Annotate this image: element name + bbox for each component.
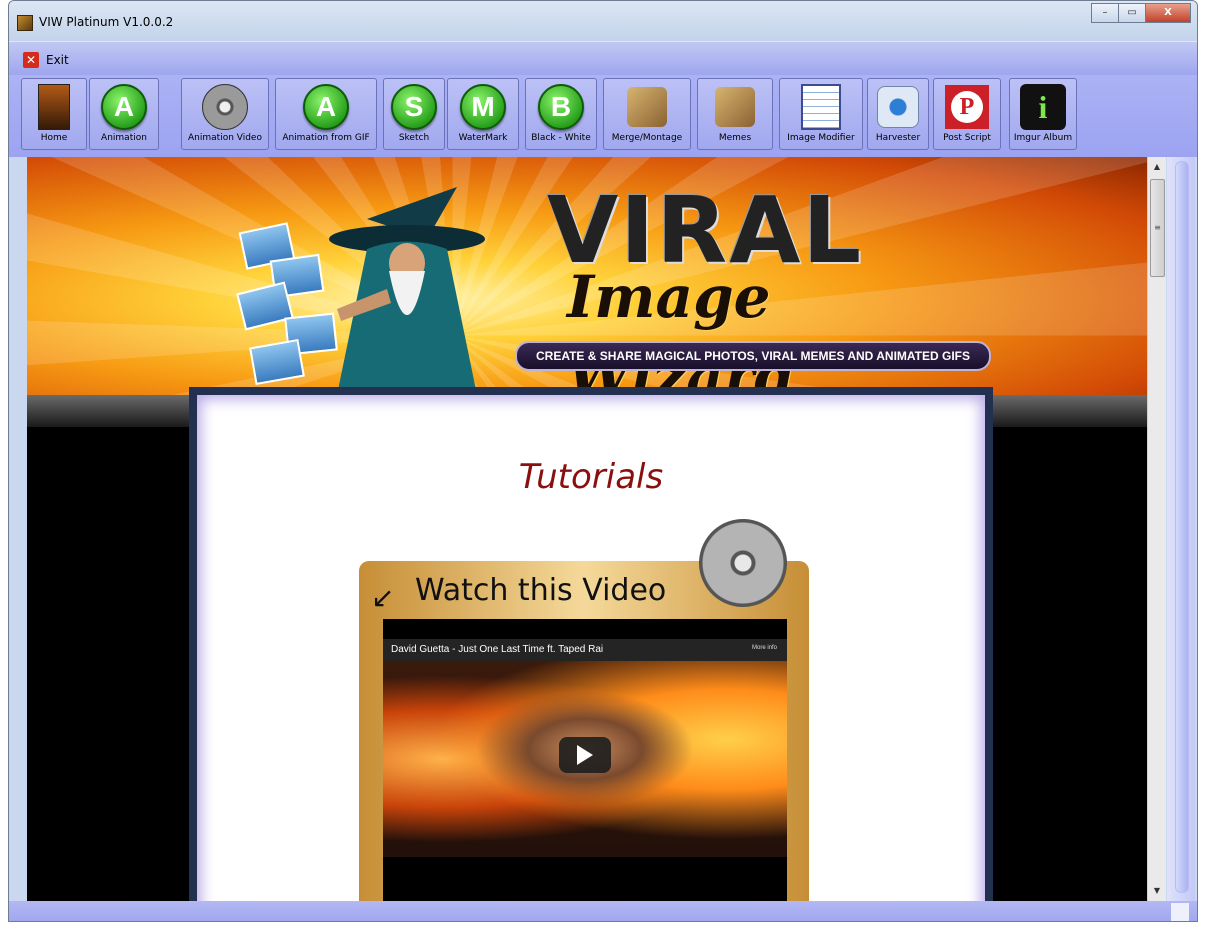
imgur-info-icon: i xyxy=(1020,84,1066,130)
merge-montage-button[interactable]: Merge/Montage xyxy=(603,78,691,150)
content-panel: Tutorials ↙ Watch this Video David Guett… xyxy=(189,387,993,901)
more-info-link[interactable]: More info xyxy=(752,645,777,651)
memes-button[interactable]: Memes xyxy=(697,78,773,150)
app-icon xyxy=(17,15,33,31)
window-scrollbar[interactable] xyxy=(1167,157,1195,901)
harvester-label: Harvester xyxy=(875,133,921,143)
wizard-image xyxy=(329,187,485,395)
animation-video-label: Animation Video xyxy=(188,133,262,143)
maximize-button[interactable]: ▭ xyxy=(1118,3,1145,23)
image-modifier-button[interactable]: Image Modifier xyxy=(779,78,863,150)
memes-label: Memes xyxy=(718,133,752,143)
scroll-up-icon[interactable]: ▲ xyxy=(1148,159,1166,175)
imgur-album-button[interactable]: i Imgur Album xyxy=(1009,78,1077,150)
scrollbar-thumb[interactable]: ≡ xyxy=(1150,179,1165,277)
video-box: ↙ Watch this Video David Guetta - Just O… xyxy=(359,506,809,901)
watermark-button[interactable]: M WaterMark xyxy=(447,78,519,150)
film-reel-icon xyxy=(202,84,248,130)
watermark-label: WaterMark xyxy=(458,133,508,143)
home-label: Home xyxy=(40,133,68,143)
animation-from-gif-label: Animation from GIF xyxy=(282,133,370,143)
image-modifier-label: Image Modifier xyxy=(787,133,855,143)
video-box-title: Watch this Video xyxy=(415,573,667,608)
notepad-pencil-icon xyxy=(801,84,841,130)
window-scrollbar-thumb[interactable] xyxy=(1175,161,1189,893)
close-button[interactable]: X xyxy=(1145,3,1191,23)
exit-menu-item[interactable]: ✕ Exit xyxy=(23,52,69,68)
harvester-icon xyxy=(877,86,919,128)
page-title: Tutorials xyxy=(518,457,664,497)
status-bar xyxy=(9,901,1197,921)
imgur-album-label: Imgur Album xyxy=(1013,133,1073,143)
resize-grip-icon[interactable] xyxy=(1171,903,1189,921)
video-player[interactable]: David Guetta - Just One Last Time ft. Ta… xyxy=(383,619,787,901)
play-icon xyxy=(577,745,593,765)
black-white-button[interactable]: B Black - White xyxy=(525,78,597,150)
merge-montage-label: Merge/Montage xyxy=(611,133,683,143)
animation-from-gif-button[interactable]: A Animation from GIF xyxy=(275,78,377,150)
menu-bar: ✕ Exit xyxy=(9,41,1197,76)
content-scrollbar[interactable]: ▲ ≡ ▼ xyxy=(1147,157,1166,901)
merge-montage-icon xyxy=(627,87,667,127)
memes-palette-icon xyxy=(715,87,755,127)
header-banner: VIRAL Image Wizard CREATE & SHARE MAGICA… xyxy=(27,157,1147,411)
curved-arrow-icon: ↙ xyxy=(371,581,395,614)
exit-icon: ✕ xyxy=(23,52,39,68)
animation-a-icon: A xyxy=(101,84,147,130)
scroll-down-icon[interactable]: ▼ xyxy=(1148,883,1166,899)
banner-tagline: CREATE & SHARE MAGICAL PHOTOS, VIRAL MEM… xyxy=(515,341,991,371)
exit-label: Exit xyxy=(46,53,69,67)
home-book-icon xyxy=(38,84,70,130)
pinterest-icon: P xyxy=(945,85,989,129)
image-wizard-logo-text: Image Wizard xyxy=(567,263,795,411)
sketch-label: Sketch xyxy=(398,133,430,143)
sketch-button[interactable]: S Sketch xyxy=(383,78,445,150)
animation-video-button[interactable]: Animation Video xyxy=(181,78,269,150)
title-bar: VIW Platinum V1.0.0.2 – ▭ X xyxy=(9,1,1197,41)
app-window: VIW Platinum V1.0.0.2 – ▭ X ✕ Exit Home … xyxy=(8,0,1198,922)
post-script-button[interactable]: P Post Script xyxy=(933,78,1001,150)
home-button[interactable]: Home xyxy=(21,78,87,150)
sketch-s-icon: S xyxy=(391,84,437,130)
animation-gif-a-icon: A xyxy=(303,84,349,130)
black-white-label: Black - White xyxy=(531,133,591,143)
browser-viewport[interactable]: VIRAL Image Wizard CREATE & SHARE MAGICA… xyxy=(27,157,1147,901)
window-title: VIW Platinum V1.0.0.2 xyxy=(39,15,174,29)
pinterest-glyph: P xyxy=(951,91,983,123)
watermark-m-icon: M xyxy=(460,84,506,130)
play-button[interactable] xyxy=(559,737,611,773)
toolbar: Home A Animation Animation Video A Anima… xyxy=(9,75,1197,157)
animation-label: Animation xyxy=(101,133,147,143)
minimize-button[interactable]: – xyxy=(1091,3,1118,23)
video-title[interactable]: David Guetta - Just One Last Time ft. Ta… xyxy=(391,644,603,655)
film-reel-decoration-icon xyxy=(686,506,800,620)
animation-button[interactable]: A Animation xyxy=(89,78,159,150)
harvester-button[interactable]: Harvester xyxy=(867,78,929,150)
black-white-b-icon: B xyxy=(538,84,584,130)
post-script-label: Post Script xyxy=(943,133,991,143)
